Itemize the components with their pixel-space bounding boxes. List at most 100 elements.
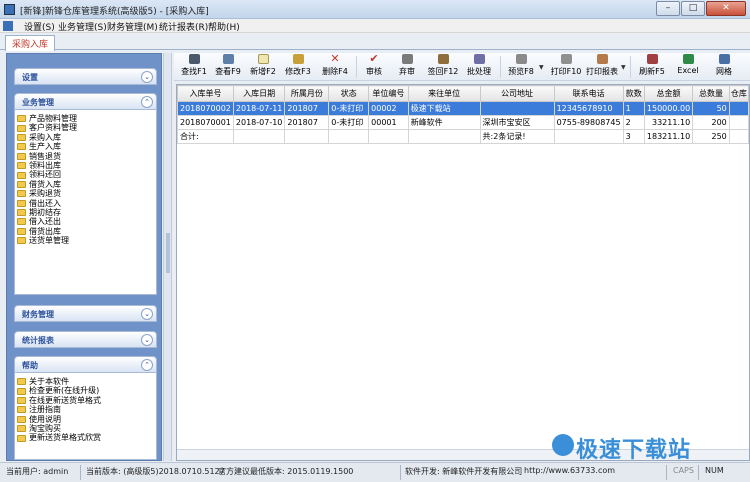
- print-report-dropdown-icon[interactable]: ▼: [621, 64, 626, 71]
- nav-section-reports[interactable]: 统计报表 ⌄: [14, 331, 157, 348]
- binoculars-icon: [188, 54, 200, 64]
- add-button[interactable]: 新增F2: [249, 54, 277, 80]
- cell: 极速下载站: [407, 101, 481, 116]
- chevron-down-icon[interactable]: ⌄: [141, 308, 153, 320]
- column-header[interactable]: 仓库: [728, 85, 749, 102]
- nav-item-sales-return[interactable]: 销售退货: [15, 152, 156, 161]
- nav-item-about[interactable]: 关于本软件: [15, 377, 156, 386]
- minimize-button[interactable]: –: [656, 1, 680, 16]
- cell: 0-未打印: [328, 101, 370, 116]
- nav-item-register-guide[interactable]: 注册指南: [15, 405, 156, 414]
- nav-item-format-gallery[interactable]: 更新送货单格式欣赏: [15, 433, 156, 442]
- column-header[interactable]: 总数量: [692, 85, 730, 102]
- toolbar-separator: [500, 56, 501, 78]
- edit-button[interactable]: 修改F3: [284, 54, 312, 80]
- nav-item-customers[interactable]: 客户资料管理: [15, 123, 156, 132]
- column-header[interactable]: 入库单号: [177, 85, 234, 102]
- cell: 12345678910: [553, 101, 624, 116]
- folder-icon: [17, 143, 26, 151]
- sign-back-button[interactable]: 签回F12: [427, 54, 459, 80]
- nav-section-settings[interactable]: 设置 ⌄: [14, 68, 157, 85]
- grid-button[interactable]: 网格: [712, 54, 736, 80]
- nav-item-lend-out[interactable]: 借货出库: [15, 227, 156, 236]
- cell: 00001: [368, 115, 409, 130]
- print-report-button[interactable]: 打印报表: [585, 54, 619, 80]
- folder-icon: [17, 434, 26, 442]
- table-row[interactable]: 2018070001 2018-07-10 201807 0-未打印 00001…: [177, 115, 749, 130]
- cell: [728, 101, 749, 116]
- nav-item-opening-stock[interactable]: 期初结存: [15, 208, 156, 217]
- panel-splitter[interactable]: [163, 53, 172, 461]
- nav-section-business[interactable]: 业务管理 ⌃: [14, 93, 157, 110]
- status-url[interactable]: http://www.63733.com: [524, 466, 615, 475]
- title-bar: [新锋]新锋仓库管理系统(高级版5) - [采购入库] – □ ✕: [0, 0, 750, 19]
- menu-business[interactable]: 业务管理(S): [58, 20, 107, 33]
- maximize-button[interactable]: □: [681, 1, 705, 16]
- cell: 201807: [284, 101, 330, 116]
- nav-section-title: 财务管理: [22, 310, 54, 319]
- table-row[interactable]: 2018070002 2018-07-11 201807 0-未打印 00002…: [177, 101, 749, 116]
- app-menu-icon[interactable]: [3, 21, 13, 31]
- column-header[interactable]: 状态: [328, 85, 370, 102]
- nav-item-purchase-in[interactable]: 采购入库: [15, 133, 156, 142]
- column-header[interactable]: 所属月份: [284, 85, 330, 102]
- refresh-button[interactable]: 刷新F5: [637, 54, 667, 80]
- nav-item-check-update[interactable]: 检查更新(在线升级): [15, 386, 156, 395]
- nav-item-production-in[interactable]: 生产入库: [15, 142, 156, 151]
- view-button[interactable]: 查看F9: [214, 54, 242, 80]
- folder-icon: [17, 180, 26, 188]
- chevron-down-icon[interactable]: ⌄: [141, 71, 153, 83]
- status-caps: CAPS: [673, 466, 694, 475]
- view-icon: [222, 54, 234, 64]
- unaudit-button[interactable]: 弃审: [395, 54, 419, 80]
- column-header[interactable]: 联系电话: [553, 85, 624, 102]
- menu-reports[interactable]: 统计报表(R): [159, 20, 208, 33]
- close-button[interactable]: ✕: [706, 1, 746, 16]
- nav-item-products[interactable]: 产品物料管理: [15, 114, 156, 123]
- print-button[interactable]: 打印F10: [550, 54, 582, 80]
- nav-item-borrow-return-out[interactable]: 借入还出: [15, 217, 156, 226]
- query-button[interactable]: 查找F1: [180, 54, 208, 80]
- nav-item-lend-return-in[interactable]: 借出还入: [15, 199, 156, 208]
- chevron-up-icon[interactable]: ⌃: [141, 359, 153, 371]
- cell: 50: [692, 101, 730, 116]
- preview-icon: [515, 54, 527, 64]
- preview-dropdown-icon[interactable]: ▼: [539, 64, 544, 71]
- menu-help[interactable]: 帮助(H): [208, 20, 240, 33]
- column-header[interactable]: 入库日期: [232, 85, 286, 102]
- nav-item-purchase-return[interactable]: 采购退货: [15, 189, 156, 198]
- column-header[interactable]: 款数: [622, 85, 645, 102]
- menu-settings[interactable]: 设置(S): [24, 20, 55, 33]
- delete-button[interactable]: ✕ 删除F4: [319, 53, 351, 80]
- total-amount: 183211.10: [643, 129, 694, 144]
- nav-section-help[interactable]: 帮助 ⌃: [14, 356, 157, 373]
- preview-button[interactable]: 预览F8: [506, 54, 536, 80]
- watermark-text: 极速下载站: [576, 438, 692, 463]
- nav-item-material-return[interactable]: 领料还回: [15, 170, 156, 179]
- nav-item-update-format[interactable]: 在线更新送货单格式: [15, 396, 156, 405]
- nav-item-material-out[interactable]: 领料出库: [15, 161, 156, 170]
- column-header[interactable]: 单位编号: [368, 85, 409, 102]
- nav-item-manual[interactable]: 使用说明: [15, 415, 156, 424]
- nav-section-finance[interactable]: 财务管理 ⌄: [14, 305, 157, 322]
- folder-icon: [17, 152, 26, 160]
- column-header[interactable]: 总金额: [643, 85, 694, 102]
- audit-button[interactable]: ✔ 审核: [362, 53, 386, 80]
- nav-item-taobao[interactable]: 淘宝购买: [15, 424, 156, 433]
- chevron-down-icon[interactable]: ⌄: [141, 334, 153, 346]
- batch-button[interactable]: 批处理: [465, 54, 493, 80]
- tab-purchase-in[interactable]: 采购入库: [5, 35, 56, 51]
- nav-item-borrow-in[interactable]: 借货入库: [15, 180, 156, 189]
- menu-finance[interactable]: 财务管理(M): [107, 20, 158, 33]
- nav-item-delivery-notes[interactable]: 送货单管理: [15, 236, 156, 245]
- chevron-up-icon[interactable]: ⌃: [141, 96, 153, 108]
- folder-icon: [17, 378, 26, 386]
- nav-section-title: 统计报表: [22, 336, 54, 345]
- cell: 0-未打印: [328, 115, 370, 130]
- folder-icon: [17, 227, 26, 235]
- column-header[interactable]: 公司地址: [479, 85, 555, 102]
- splitter-grip[interactable]: [166, 233, 170, 273]
- excel-button[interactable]: Excel: [676, 54, 700, 80]
- column-header[interactable]: 来往单位: [407, 85, 481, 102]
- nav-section-title: 帮助: [22, 361, 38, 370]
